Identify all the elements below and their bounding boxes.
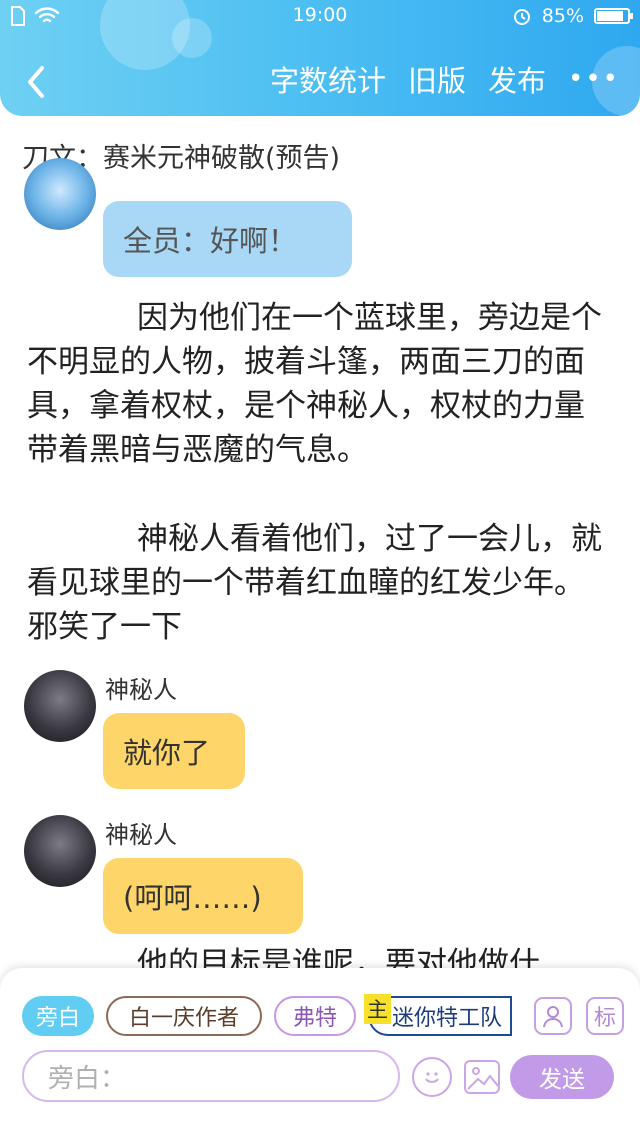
- chevron-left-icon[interactable]: [22, 62, 52, 102]
- mark-button[interactable]: 标: [586, 997, 624, 1035]
- narration-paragraph: 因为他们在一个蓝球里，旁边是个不明显的人物，披着斗篷，两面三刀的面具，拿着权杖，…: [27, 300, 602, 468]
- avatar[interactable]: [24, 670, 96, 742]
- role-chip-main[interactable]: 主 迷你特工队: [364, 994, 512, 1036]
- character-icon[interactable]: [534, 997, 572, 1035]
- avatar[interactable]: [24, 815, 96, 887]
- message-bubble: (呵呵……): [103, 858, 303, 934]
- image-icon[interactable]: [464, 1060, 500, 1094]
- emoji-icon[interactable]: [412, 1057, 452, 1097]
- message-bubble: 就你了: [103, 713, 245, 789]
- message-input[interactable]: 旁白：: [22, 1050, 400, 1102]
- role-chip-label: 迷你特工队: [392, 1006, 503, 1031]
- publish-button[interactable]: 发布: [488, 58, 546, 100]
- role-chip-narrator[interactable]: 旁白: [22, 996, 94, 1036]
- speaker-name: 神秘人: [105, 676, 177, 704]
- nav-actions: 字数统计 旧版 发布 •••: [270, 58, 620, 100]
- battery-icon: [594, 8, 633, 24]
- main-role-tag: 主: [364, 994, 391, 1024]
- status-bar: 19:00 85%: [0, 0, 640, 32]
- message-bubble: 全员：好啊！: [103, 201, 352, 277]
- old-version-button[interactable]: 旧版: [408, 58, 466, 100]
- word-count-button[interactable]: 字数统计: [270, 58, 386, 100]
- battery-percent: 85%: [541, 5, 584, 27]
- avatar[interactable]: [24, 158, 96, 230]
- alarm-icon: [513, 9, 530, 25]
- narration-paragraph: 神秘人看着他们，过了一会儿，就看见球里的一个带着红血瞳的红发少年。邪笑了一下: [27, 521, 602, 645]
- role-chip[interactable]: 白一庆作者: [106, 996, 262, 1036]
- send-button[interactable]: 发送: [510, 1055, 614, 1099]
- more-menu-button[interactable]: •••: [568, 64, 620, 94]
- role-chip[interactable]: 弗特: [274, 996, 356, 1036]
- role-chips: 旁白 白一庆作者 弗特 主 迷你特工队: [22, 994, 512, 1036]
- speaker-name: 神秘人: [105, 821, 177, 849]
- header-bar: 19:00 85% 字数统计 旧版 发布 •••: [0, 0, 640, 116]
